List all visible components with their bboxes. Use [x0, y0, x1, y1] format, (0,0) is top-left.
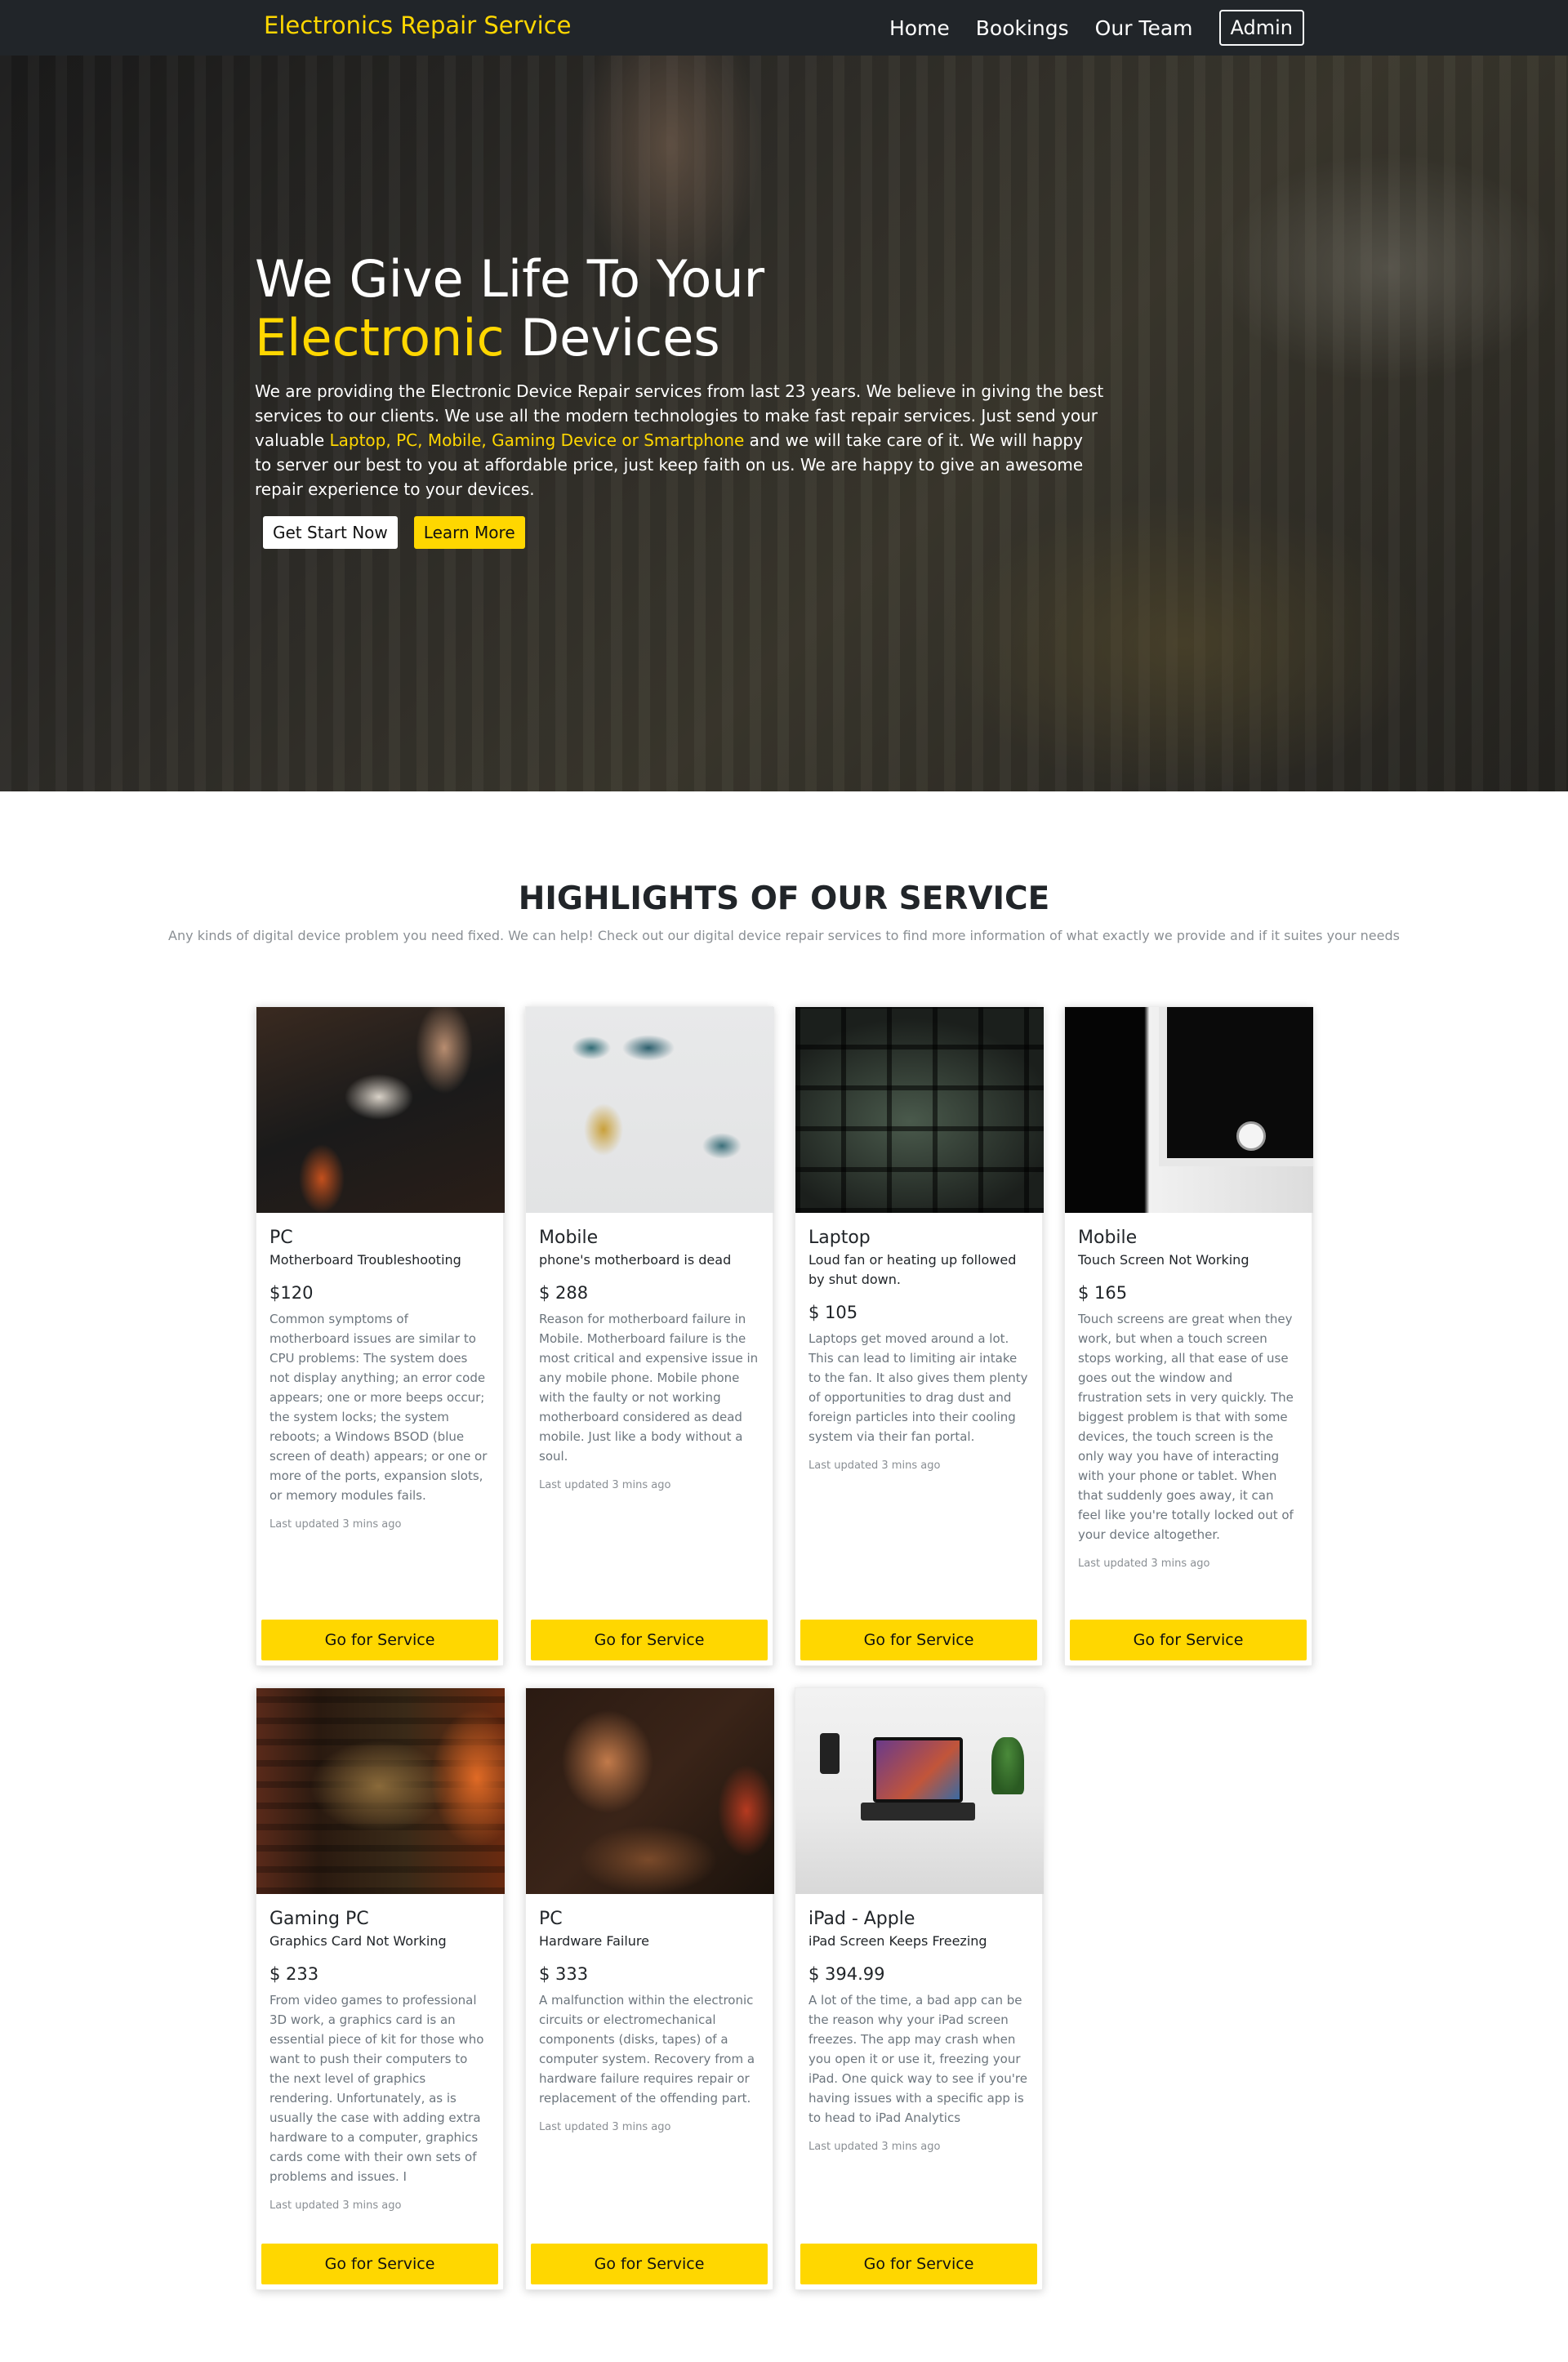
card-image-laptop-keyboard: [795, 1007, 1044, 1213]
card-last-updated: Last updated 3 mins ago: [808, 2141, 941, 2153]
go-for-service-button[interactable]: Go for Service: [800, 1620, 1037, 1660]
card-body: iPad - Apple iPad Screen Keeps Freezing …: [795, 1894, 1042, 2155]
nav-home-link[interactable]: Home: [889, 16, 950, 40]
card-last-updated: Last updated 3 mins ago: [1078, 1558, 1210, 1570]
nav-bookings-link[interactable]: Bookings: [976, 16, 1069, 40]
card-subtitle: Hardware Failure: [539, 1933, 649, 1949]
card-description: Touch screens are great when they work, …: [1078, 1312, 1294, 1542]
card-price: $ 165: [1078, 1283, 1128, 1303]
card-description: Reason for motherboard failure in Mobile…: [539, 1312, 759, 1464]
card-price: $ 333: [539, 1964, 589, 1984]
card-image-mobile-parts: [526, 1007, 774, 1213]
card-body: PC Hardware Failure $ 333 A malfunction …: [526, 1894, 773, 2136]
phone-screen-graphic: [1159, 1007, 1313, 1166]
hero-title: We Give Life To Your Electronic Devices: [255, 250, 1104, 368]
service-card: PC Hardware Failure $ 333 A malfunction …: [525, 1687, 774, 2290]
card-body: PC Motherboard Troubleshooting $120 Comm…: [256, 1213, 503, 1533]
card-subtitle: Loud fan or heating up followed by shut …: [808, 1252, 1017, 1287]
card-title: Laptop: [808, 1228, 871, 1248]
card-subtitle: Touch Screen Not Working: [1078, 1252, 1250, 1268]
card-price: $ 288: [539, 1283, 589, 1303]
card-last-updated: Last updated 3 mins ago: [539, 2121, 671, 2133]
card-image-cracked-phone: [1065, 1007, 1313, 1213]
card-title: Mobile: [1078, 1228, 1138, 1248]
navbar: Electronics Repair Service Home Bookings…: [0, 0, 1568, 56]
service-card: Laptop Loud fan or heating up followed b…: [795, 1006, 1044, 1666]
hero-text-highlight: Laptop, PC, Mobile, Gaming Device or Sma…: [329, 430, 745, 450]
go-for-service-button[interactable]: Go for Service: [531, 2244, 768, 2284]
card-price: $ 233: [270, 1964, 319, 1984]
card-body: Mobile Touch Screen Not Working $ 165 To…: [1065, 1213, 1312, 1572]
card-image-soldering: [526, 1688, 774, 1894]
plant-graphic: [991, 1737, 1024, 1794]
card-last-updated: Last updated 3 mins ago: [270, 2199, 402, 2212]
go-for-service-button[interactable]: Go for Service: [261, 2244, 498, 2284]
card-description: A malfunction within the electronic circ…: [539, 1993, 755, 2106]
card-image-gaming-pc: [256, 1688, 505, 1894]
card-last-updated: Last updated 3 mins ago: [270, 1518, 402, 1531]
service-card: Gaming PC Graphics Card Not Working $ 23…: [256, 1687, 505, 2290]
keyboard-graphic: [861, 1803, 975, 1821]
go-for-service-button[interactable]: Go for Service: [1070, 1620, 1307, 1660]
card-price: $ 105: [808, 1303, 858, 1322]
card-image-ipad-desk: [795, 1688, 1044, 1894]
card-description: Laptops get moved around a lot. This can…: [808, 1331, 1028, 1444]
hero-title-rest: Devices: [504, 308, 720, 368]
card-title: Gaming PC: [270, 1909, 369, 1929]
card-description: A lot of the time, a bad app can be the …: [808, 1993, 1027, 2125]
learn-more-button[interactable]: Learn More: [413, 516, 525, 549]
hero-description: We are providing the Electronic Device R…: [255, 379, 1104, 501]
card-title: iPad - Apple: [808, 1909, 915, 1929]
card-title: PC: [539, 1909, 563, 1929]
phone-home-button-graphic: [1236, 1121, 1266, 1151]
nav-our-team-link[interactable]: Our Team: [1095, 16, 1193, 40]
card-price: $ 394.99: [808, 1964, 885, 1984]
nav-admin-button[interactable]: Admin: [1218, 10, 1304, 46]
card-image-pc-motherboard: [256, 1007, 505, 1213]
card-title: PC: [270, 1228, 293, 1248]
card-subtitle: phone's motherboard is dead: [539, 1252, 732, 1268]
card-subtitle: iPad Screen Keeps Freezing: [808, 1933, 987, 1949]
card-body: Gaming PC Graphics Card Not Working $ 23…: [256, 1894, 503, 2214]
go-for-service-button[interactable]: Go for Service: [800, 2244, 1037, 2284]
get-start-now-button[interactable]: Get Start Now: [263, 516, 398, 549]
card-price: $120: [270, 1283, 314, 1303]
highlights-title: HIGHLIGHTS OF OUR SERVICE: [518, 880, 1050, 917]
go-for-service-button[interactable]: Go for Service: [531, 1620, 768, 1660]
service-card: Mobile phone's motherboard is dead $ 288…: [525, 1006, 774, 1666]
card-last-updated: Last updated 3 mins ago: [539, 1479, 671, 1491]
nav-links: Home Bookings Our Team Admin: [863, 0, 1304, 56]
card-title: Mobile: [539, 1228, 599, 1248]
hero-title-accent: Electronic: [255, 308, 505, 368]
highlights-subtitle: Any kinds of digital device problem you …: [168, 928, 1400, 943]
go-for-service-button[interactable]: Go for Service: [261, 1620, 498, 1660]
brand-logo[interactable]: Electronics Repair Service: [264, 11, 572, 39]
service-card: Mobile Touch Screen Not Working $ 165 To…: [1064, 1006, 1313, 1666]
hero-buttons: Get Start Now Learn More: [255, 516, 1104, 549]
card-body: Mobile phone's motherboard is dead $ 288…: [526, 1213, 773, 1494]
card-subtitle: Motherboard Troubleshooting: [270, 1252, 461, 1268]
hero-title-line1: We Give Life To Your: [255, 249, 765, 309]
hero-title-line2: Electronic Devices: [255, 309, 1104, 368]
card-body: Laptop Loud fan or heating up followed b…: [795, 1213, 1042, 1474]
tablet-graphic: [873, 1737, 963, 1803]
card-subtitle: Graphics Card Not Working: [270, 1933, 447, 1949]
card-description: Common symptoms of motherboard issues ar…: [270, 1312, 488, 1503]
card-description: From video games to professional 3D work…: [270, 1993, 484, 2184]
hero-content: We Give Life To Your Electronic Devices …: [255, 250, 1104, 549]
hero-banner: We Give Life To Your Electronic Devices …: [0, 56, 1568, 791]
phone-graphic: [820, 1733, 840, 1774]
card-last-updated: Last updated 3 mins ago: [808, 1460, 941, 1472]
service-card: PC Motherboard Troubleshooting $120 Comm…: [256, 1006, 505, 1666]
service-card: iPad - Apple iPad Screen Keeps Freezing …: [795, 1687, 1044, 2290]
